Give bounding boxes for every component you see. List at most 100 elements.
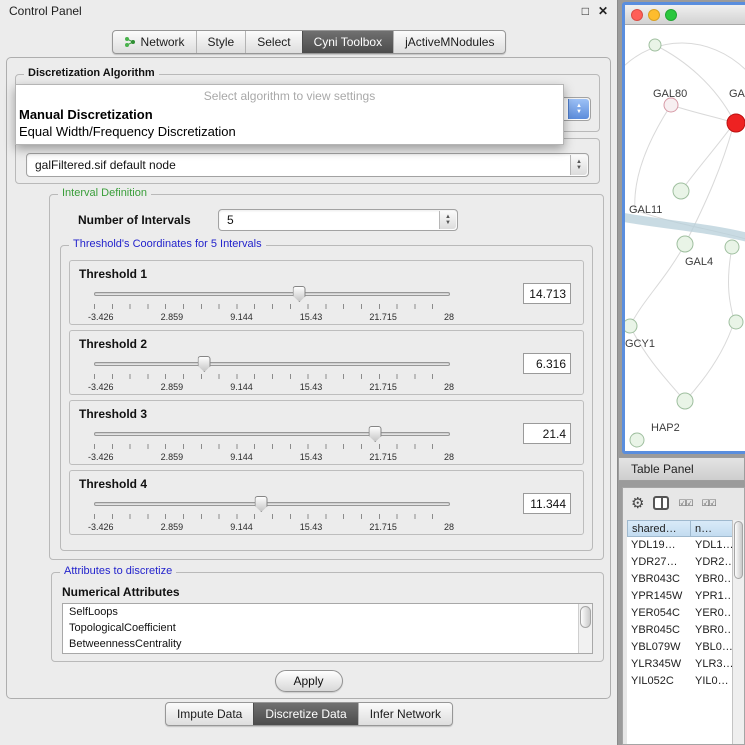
node[interactable]	[630, 433, 644, 447]
node-gal4[interactable]	[677, 236, 693, 252]
slider-track[interactable]	[94, 432, 450, 436]
threshold-slider[interactable]: -3.426 2.859 9.144 15.43 21.715 28	[94, 425, 450, 465]
node-labels: GAL80 GA GAL11 GAL4 GCY1 HAP2	[625, 88, 745, 434]
combobox-stepper-icon[interactable]: ▲ ▼	[568, 99, 589, 119]
threshold-slider[interactable]: -3.426 2.859 9.144 15.43 21.715 28	[94, 355, 450, 395]
column-header-shared-name[interactable]: shared…	[627, 520, 691, 537]
number-of-intervals-label: Number of Intervals	[78, 213, 191, 227]
threshold-value-field[interactable]	[523, 423, 571, 444]
threshold-row: Threshold 2 -3.426 2.859 9.144 15.43 21.…	[69, 330, 584, 395]
table-cell[interactable]: YPR1…	[691, 588, 734, 605]
table-cell[interactable]: YIL0…	[691, 673, 734, 690]
dropdown-option-equal-width-frequency[interactable]: Equal Width/Frequency Discretization	[16, 123, 563, 140]
thick-edge-band[interactable]	[625, 217, 745, 237]
slider-track[interactable]	[94, 292, 450, 296]
threshold-slider[interactable]: -3.426 2.859 9.144 15.43 21.715 28	[94, 285, 450, 325]
table-row[interactable]: YDR27…YDR2…	[627, 554, 744, 571]
scrollbar-thumb[interactable]	[734, 521, 743, 579]
table-cell[interactable]: YDR27…	[627, 554, 691, 571]
tab-select[interactable]: Select	[245, 31, 301, 53]
table-cell[interactable]: YBR0…	[691, 571, 734, 588]
table-row[interactable]: YLR345WYLR3…	[627, 656, 744, 673]
slider-ticks	[94, 304, 450, 309]
tab-network[interactable]: Network	[113, 31, 196, 53]
slider-axis-labels: -3.426 2.859 9.144 15.43 21.715 28	[88, 312, 454, 322]
table-data-combobox[interactable]: galFiltered.sif default node ▲ ▼	[26, 153, 589, 177]
node-gal11[interactable]	[673, 183, 689, 199]
tab-impute-data[interactable]: Impute Data	[166, 703, 253, 725]
slider-track[interactable]	[94, 362, 450, 366]
table-row[interactable]: YBR045CYBR0…	[627, 622, 744, 639]
list-item[interactable]: BetweennessCentrality	[63, 636, 592, 652]
table-cell[interactable]: YBL0…	[691, 639, 734, 656]
axis-tick-label: 28	[444, 312, 454, 322]
table-row[interactable]: YBL079WYBL0…	[627, 639, 744, 656]
select-columns-icon[interactable]: ☑☑	[678, 498, 692, 509]
attributes-listbox[interactable]: SelfLoops TopologicalCoefficient Between…	[62, 603, 593, 654]
combobox-stepper-icon[interactable]: ▲ ▼	[439, 211, 456, 229]
close-icon[interactable]: ✕	[598, 4, 608, 18]
node-gcy1[interactable]	[625, 319, 637, 333]
number-of-intervals-combobox[interactable]: 5 ▲ ▼	[218, 209, 458, 231]
table-row[interactable]: YDL19…YDL1…	[627, 537, 744, 554]
slider-thumb[interactable]	[293, 286, 306, 302]
table-cell[interactable]: YBR043C	[627, 571, 691, 588]
table-cell[interactable]: YBL079W	[627, 639, 691, 656]
table-cell[interactable]: YBR045C	[627, 622, 691, 639]
threshold-slider[interactable]: -3.426 2.859 9.144 15.43 21.715 28	[94, 495, 450, 535]
table-scrollbar[interactable]	[732, 520, 744, 744]
table-cell[interactable]: YPR145W	[627, 588, 691, 605]
list-item[interactable]: TopologicalCoefficient	[63, 620, 592, 636]
table-row[interactable]: YER054CYER0…	[627, 605, 744, 622]
float-window-icon[interactable]: □	[582, 4, 589, 18]
tab-cyni-toolbox[interactable]: Cyni Toolbox	[302, 31, 393, 53]
minimize-traffic-light-icon[interactable]	[648, 9, 660, 21]
gear-icon[interactable]: ⚙	[631, 494, 644, 512]
slider-thumb[interactable]	[255, 496, 268, 512]
columns-icon[interactable]	[653, 496, 669, 510]
dropdown-option-manual-discretization[interactable]: Manual Discretization	[16, 106, 563, 123]
slider-track[interactable]	[94, 502, 450, 506]
node-hap2[interactable]	[677, 393, 693, 409]
node[interactable]	[725, 240, 739, 254]
tab-infer-network[interactable]: Infer Network	[358, 703, 452, 725]
table-row[interactable]: YIL052CYIL0…	[627, 673, 744, 690]
table-cell[interactable]: YBR0…	[691, 622, 734, 639]
threshold-value-field[interactable]	[523, 353, 571, 374]
slider-thumb[interactable]	[369, 426, 382, 442]
threshold-value-field[interactable]	[523, 283, 571, 304]
table-cell[interactable]: YER054C	[627, 605, 691, 622]
scrollbar-thumb[interactable]	[580, 606, 591, 628]
table-cell[interactable]: YDR2…	[691, 554, 734, 571]
network-canvas[interactable]: GAL80 GA GAL11 GAL4 GCY1 HAP2	[625, 25, 745, 453]
table-cell[interactable]: YIL052C	[627, 673, 691, 690]
tab-discretize-data[interactable]: Discretize Data	[253, 703, 357, 725]
close-traffic-light-icon[interactable]	[631, 9, 643, 21]
apply-button[interactable]: Apply	[275, 670, 343, 692]
table-row[interactable]: YBR043CYBR0…	[627, 571, 744, 588]
table-row[interactable]: YPR145WYPR1…	[627, 588, 744, 605]
tab-style[interactable]: Style	[196, 31, 246, 53]
table-cell[interactable]: YER0…	[691, 605, 734, 622]
node-highlighted[interactable]	[727, 114, 745, 132]
column-header-name[interactable]: n…	[691, 520, 734, 537]
attributes-scrollbar[interactable]	[578, 604, 592, 653]
node-gal80[interactable]	[664, 98, 678, 112]
table-cell[interactable]: YLR3…	[691, 656, 734, 673]
tab-jactivemnodules[interactable]: jActiveMNodules	[393, 31, 505, 53]
node[interactable]	[649, 39, 661, 51]
combobox-stepper-icon[interactable]: ▲ ▼	[570, 155, 587, 175]
network-view-window: GAL80 GA GAL11 GAL4 GCY1 HAP2	[622, 2, 745, 454]
axis-tick-label: 21.715	[369, 312, 397, 322]
table-cell[interactable]: YLR345W	[627, 656, 691, 673]
table-cell[interactable]: YDL1…	[691, 537, 734, 554]
zoom-traffic-light-icon[interactable]	[665, 9, 677, 21]
attributes-group: Attributes to discretize Numerical Attri…	[51, 572, 604, 662]
slider-thumb[interactable]	[198, 356, 211, 372]
list-item[interactable]: SelfLoops	[63, 604, 592, 620]
threshold-label: Threshold 2	[79, 337, 147, 351]
select-rows-icon[interactable]: ☑☑	[702, 498, 716, 509]
table-cell[interactable]: YDL19…	[627, 537, 691, 554]
node[interactable]	[729, 315, 743, 329]
threshold-value-field[interactable]	[523, 493, 571, 514]
